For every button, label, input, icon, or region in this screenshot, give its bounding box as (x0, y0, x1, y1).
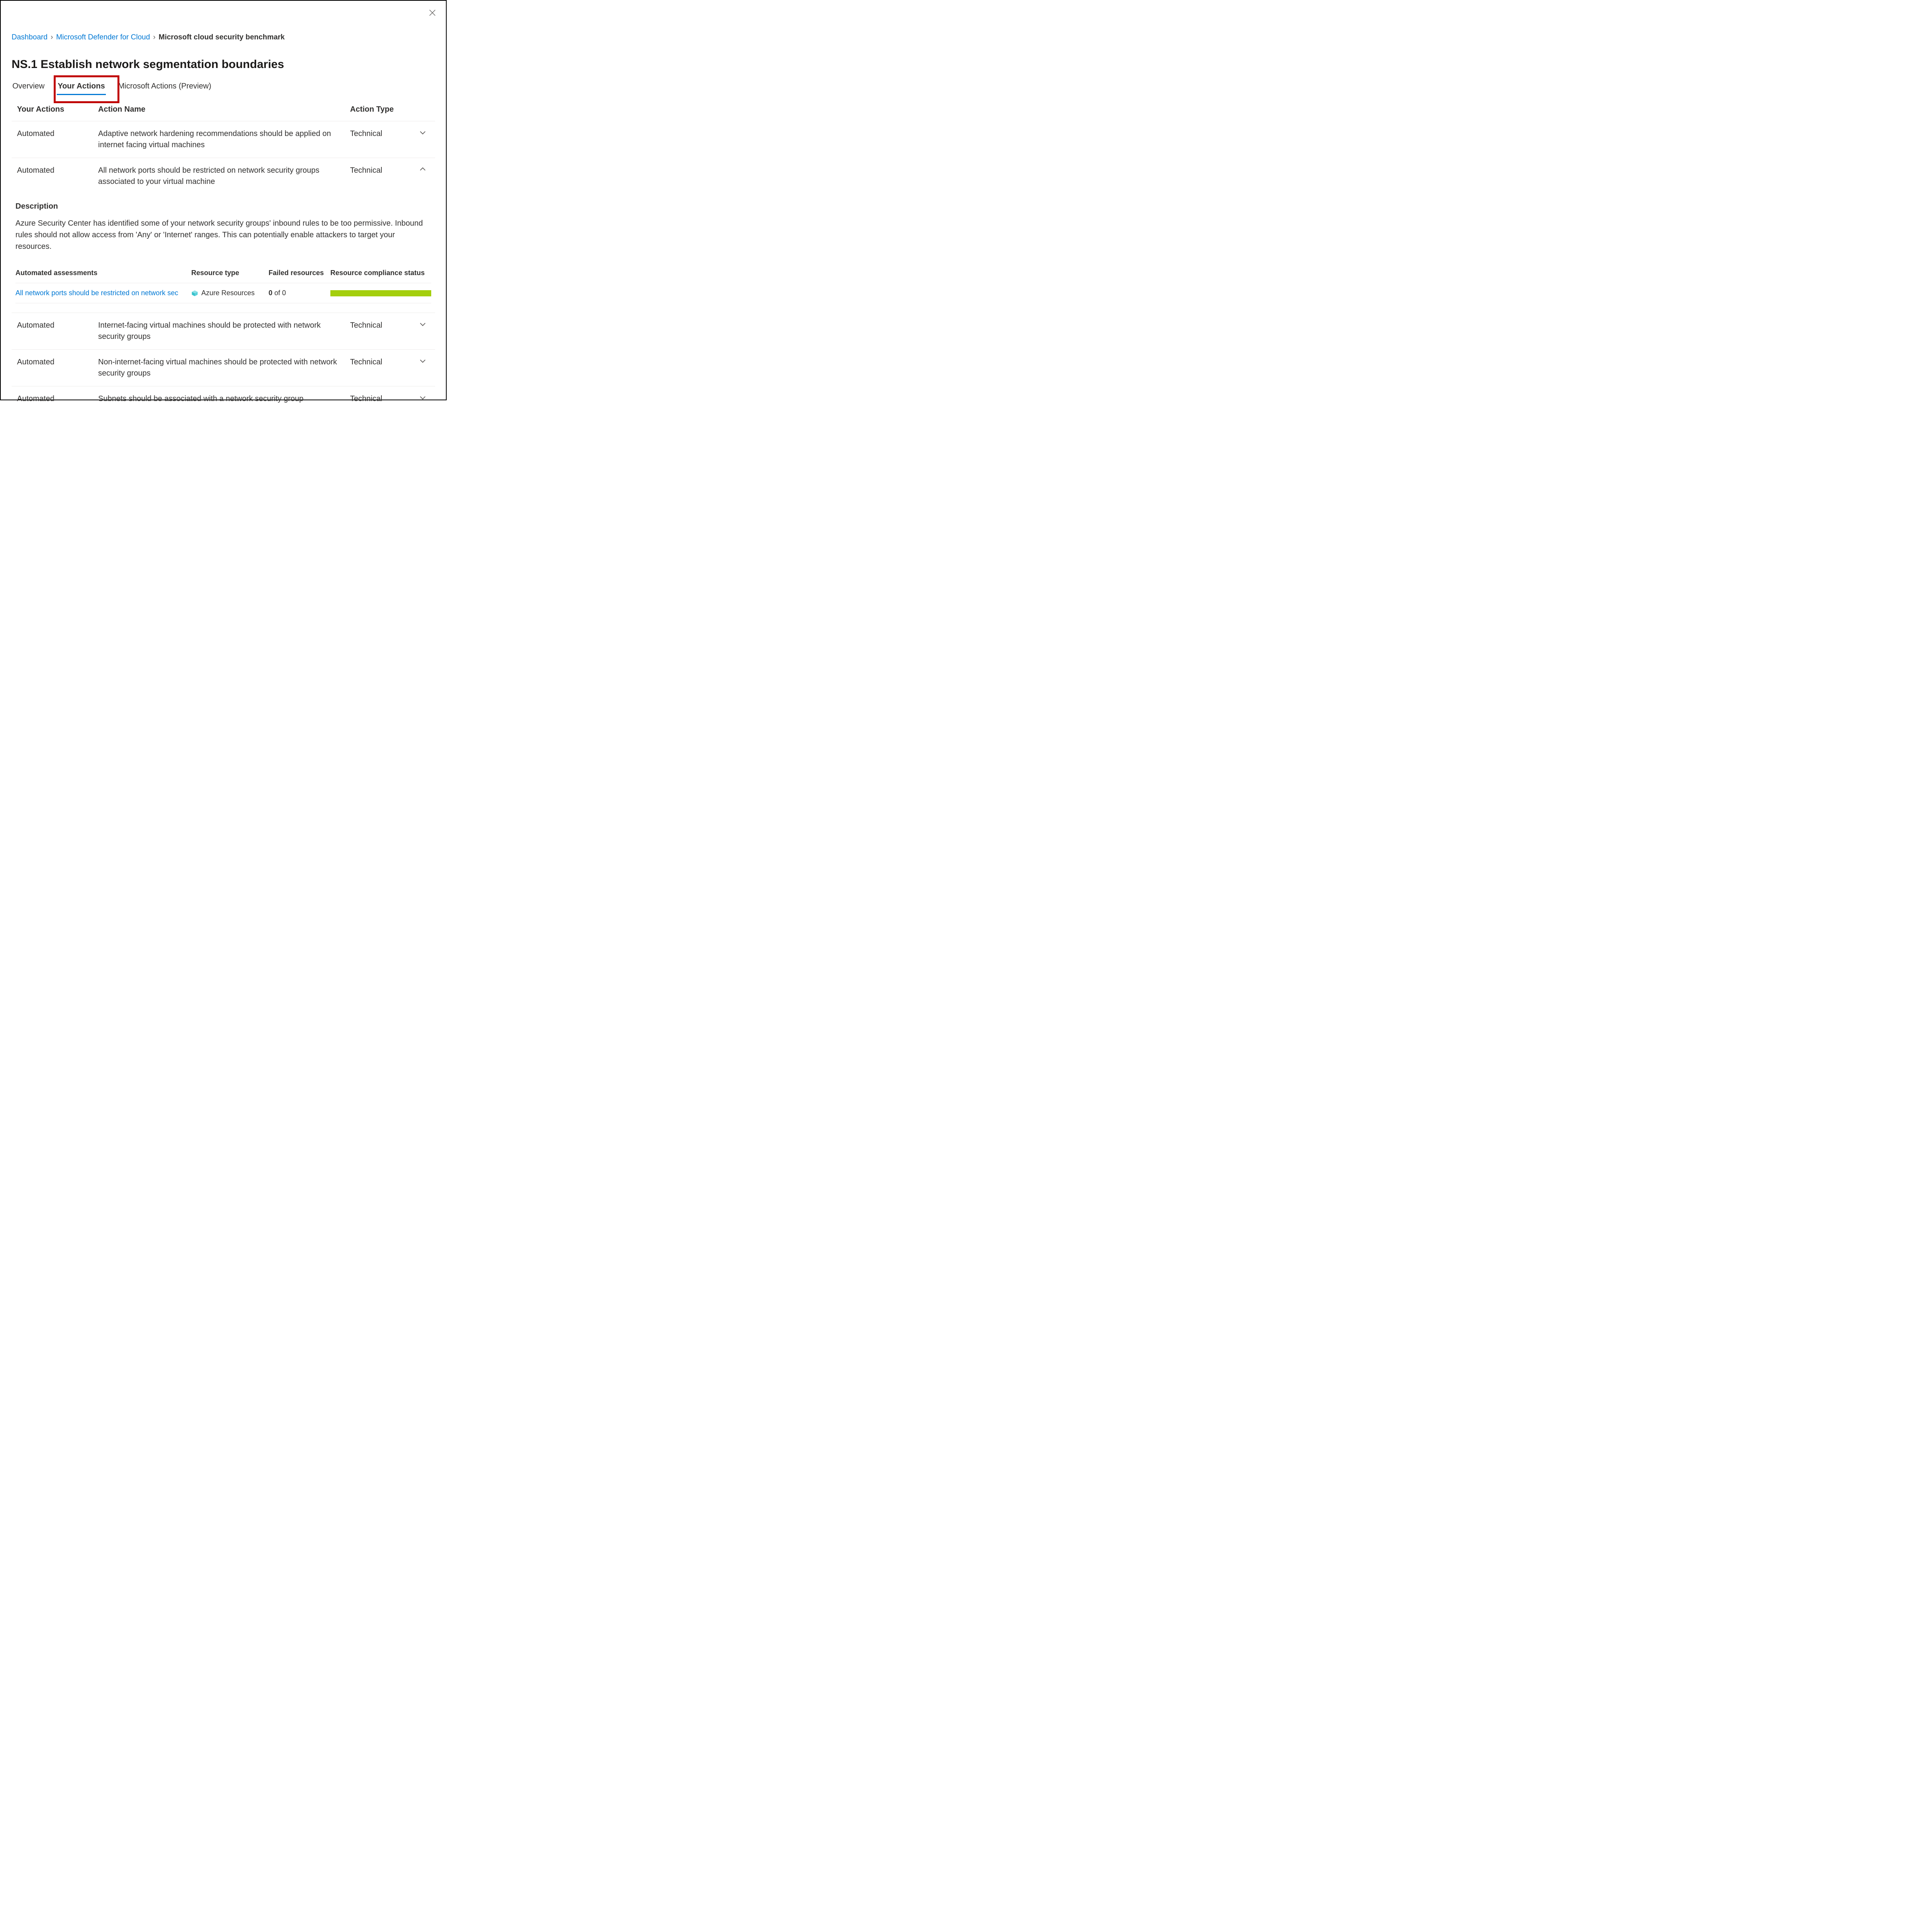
cell-your-actions: Automated (17, 165, 98, 176)
assessment-rtype: Azure Resources (201, 288, 255, 298)
assessment-link[interactable]: All network ports should be restricted o… (15, 289, 178, 297)
resource-cube-icon (191, 290, 198, 297)
tab-bar: Overview Your Actions Microsoft Actions … (12, 80, 435, 95)
cell-action-type: Technical (350, 165, 416, 176)
table-header: Your Actions Action Name Action Type (12, 102, 435, 121)
action-row[interactable]: Automated All network ports should be re… (12, 158, 435, 194)
tab-your-actions[interactable]: Your Actions (57, 80, 105, 95)
action-row[interactable]: Automated Adaptive network hardening rec… (12, 121, 435, 158)
expand-toggle[interactable] (416, 128, 430, 137)
action-row[interactable]: Automated Subnets should be associated w… (12, 386, 435, 412)
cell-action-name: All network ports should be restricted o… (98, 165, 350, 187)
breadcrumb-current: Microsoft cloud security benchmark (159, 33, 285, 42)
tab-overview[interactable]: Overview (12, 80, 45, 95)
cell-action-type: Technical (350, 357, 416, 368)
cell-action-name: Non-internet-facing virtual machines sho… (98, 357, 350, 379)
assess-col-name: Automated assessments (15, 268, 191, 278)
assessment-row[interactable]: All network ports should be restricted o… (15, 283, 431, 303)
cell-action-type: Technical (350, 320, 416, 331)
cell-your-actions: Automated (17, 128, 98, 139)
chevron-down-icon (418, 320, 427, 328)
cell-your-actions: Automated (17, 320, 98, 331)
assessment-failed: 0 of 0 (269, 288, 330, 298)
chevron-up-icon (418, 165, 427, 173)
cell-action-type: Technical (350, 128, 416, 139)
expand-toggle[interactable] (416, 165, 430, 173)
blade-panel: Dashboard › Microsoft Defender for Cloud… (0, 0, 447, 400)
assess-col-status: Resource compliance status (330, 268, 431, 278)
breadcrumb-defender-link[interactable]: Microsoft Defender for Cloud (56, 33, 150, 42)
column-header-action-type: Action Type (350, 105, 416, 114)
assessments-header: Automated assessments Resource type Fail… (15, 263, 431, 283)
row-detail-panel: Description Azure Security Center has id… (12, 194, 435, 313)
chevron-right-icon: › (153, 33, 155, 42)
cell-action-name: Internet-facing virtual machines should … (98, 320, 350, 342)
compliance-bar (330, 290, 431, 296)
tab-microsoft-actions[interactable]: Microsoft Actions (Preview) (117, 80, 212, 95)
expand-toggle[interactable] (416, 320, 430, 328)
close-button[interactable] (428, 9, 437, 19)
chevron-down-icon (418, 357, 427, 365)
chevron-down-icon (418, 128, 427, 137)
chevron-right-icon: › (51, 33, 53, 42)
cell-your-actions: Automated (17, 393, 98, 405)
expand-toggle[interactable] (416, 357, 430, 365)
assess-col-failed: Failed resources (269, 268, 330, 278)
cell-action-name: Adaptive network hardening recommendatio… (98, 128, 350, 151)
cell-your-actions: Automated (17, 357, 98, 368)
column-header-action-name: Action Name (98, 105, 350, 114)
assess-col-rtype: Resource type (191, 268, 269, 278)
cell-action-name: Subnets should be associated with a netw… (98, 393, 350, 405)
breadcrumb-dashboard-link[interactable]: Dashboard (12, 33, 48, 42)
detail-description: Azure Security Center has identified som… (15, 218, 431, 252)
close-icon (428, 9, 437, 17)
column-header-your-actions: Your Actions (17, 105, 98, 114)
detail-heading: Description (15, 201, 431, 212)
action-row[interactable]: Automated Internet-facing virtual machin… (12, 313, 435, 350)
breadcrumb: Dashboard › Microsoft Defender for Cloud… (12, 33, 435, 42)
chevron-down-icon (418, 393, 427, 402)
expand-toggle[interactable] (416, 393, 430, 402)
action-row[interactable]: Automated Non-internet-facing virtual ma… (12, 350, 435, 386)
page-title: NS.1 Establish network segmentation boun… (12, 58, 435, 71)
cell-action-type: Technical (350, 393, 416, 405)
